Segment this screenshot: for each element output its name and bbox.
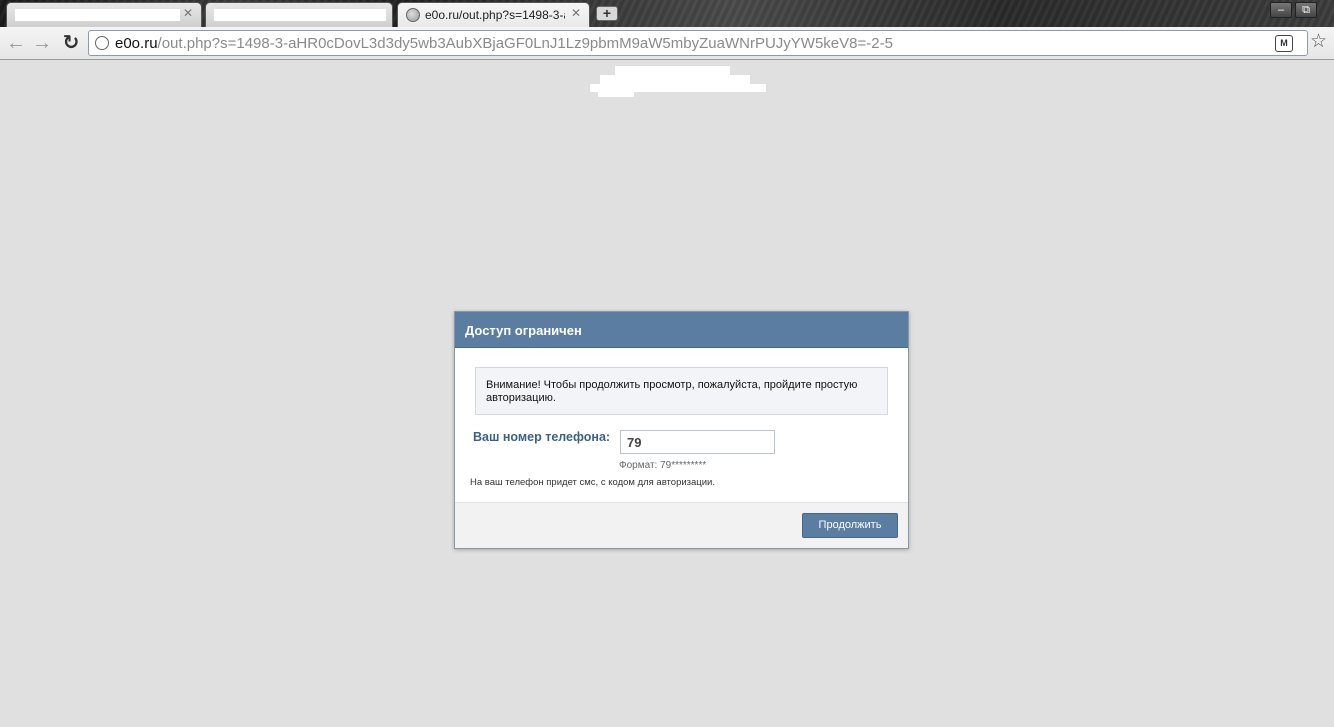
redacted-tab-title (214, 9, 386, 21)
tab-active[interactable]: e0o.ru/out.php?s=1498-3-a ✕ (397, 2, 590, 27)
continue-button[interactable]: Продолжить (802, 513, 898, 538)
phone-label: Ваш номер телефона: (473, 430, 611, 444)
address-bar[interactable]: e0o.ru/out.php?s=1498-3-aHR0cDovL3d3dy5w… (88, 30, 1308, 56)
dialog-title: Доступ ограничен (455, 312, 908, 348)
tab-close-icon[interactable]: ✕ (571, 6, 581, 20)
globe-icon (406, 8, 420, 22)
globe-icon (95, 36, 109, 50)
notice-box: Внимание! Чтобы продолжить просмотр, пож… (475, 367, 888, 415)
restore-button[interactable]: ⧉ (1295, 2, 1317, 18)
bookmark-star-icon[interactable]: ☆ (1310, 31, 1327, 53)
url-text[interactable]: e0o.ru/out.php?s=1498-3-aHR0cDovL3d3dy5w… (115, 35, 893, 52)
format-hint: Формат: 79********* (619, 460, 707, 471)
tab-2[interactable] (205, 2, 393, 27)
tab-1[interactable]: ✕ (6, 2, 202, 27)
url-path: /out.php?s=1498-3-aHR0cDovL3d3dy5wb3AubX… (157, 35, 893, 52)
browser-toolbar: ← → ↻ e0o.ru/out.php?s=1498-3-aHR0cDovL3… (0, 27, 1334, 60)
tab-title: e0o.ru/out.php?s=1498-3-a (425, 8, 565, 22)
sms-note: На ваш телефон придет смс, с кодом для а… (470, 477, 716, 488)
extension-icon[interactable]: M (1275, 35, 1293, 52)
forward-arrow-icon[interactable]: → (31, 32, 53, 54)
back-arrow-icon[interactable]: ← (5, 32, 27, 54)
redacted-header (598, 91, 634, 97)
phone-input[interactable] (620, 430, 775, 454)
redacted-tab-title (15, 9, 180, 21)
dialog-footer: Продолжить (455, 502, 908, 548)
new-tab-button[interactable]: + (596, 6, 618, 21)
url-host: e0o.ru (115, 35, 158, 52)
reload-icon[interactable]: ↻ (60, 32, 82, 54)
access-restricted-dialog: Доступ ограничен Внимание! Чтобы продолж… (454, 311, 909, 549)
tab-close-icon[interactable]: ✕ (183, 6, 193, 20)
minimize-button[interactable]: ‒ (1270, 2, 1292, 18)
